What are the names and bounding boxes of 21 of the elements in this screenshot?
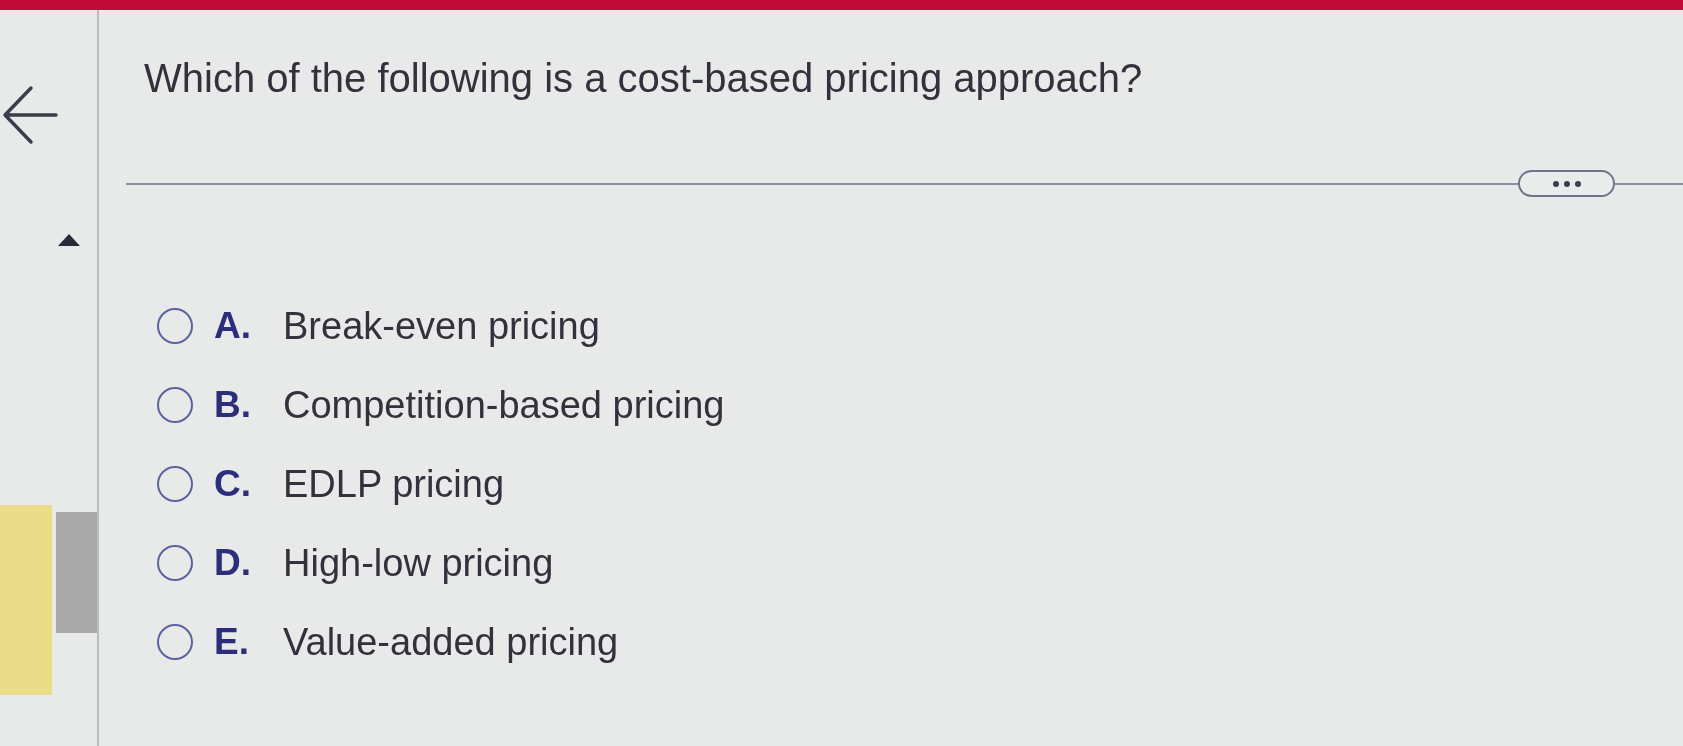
- option-letter: E.: [214, 619, 250, 664]
- radio-button[interactable]: [157, 465, 193, 502]
- back-arrow-icon[interactable]: [2, 85, 58, 145]
- scroll-up-icon[interactable]: [58, 234, 80, 246]
- question-text: Which of the following is a cost-based pricing approach?: [144, 55, 1143, 102]
- radio-button[interactable]: [157, 623, 193, 660]
- option-letter: C.: [214, 461, 252, 506]
- radio-button[interactable]: [157, 544, 193, 581]
- scroll-thumb[interactable]: [56, 512, 97, 633]
- option-letter: A.: [214, 303, 252, 348]
- radio-button[interactable]: [157, 307, 193, 344]
- option-text: High-low pricing: [283, 540, 554, 586]
- option-text: EDLP pricing: [283, 461, 505, 507]
- option-text: Break-even pricing: [283, 303, 600, 349]
- ellipsis-icon: [1552, 180, 1581, 187]
- option-letter: D.: [214, 540, 252, 585]
- option-text: Value-added pricing: [283, 619, 619, 665]
- more-button[interactable]: [1518, 170, 1615, 197]
- option-letter: B.: [214, 382, 252, 427]
- radio-button[interactable]: [157, 386, 193, 423]
- option-text: Competition-based pricing: [283, 382, 725, 428]
